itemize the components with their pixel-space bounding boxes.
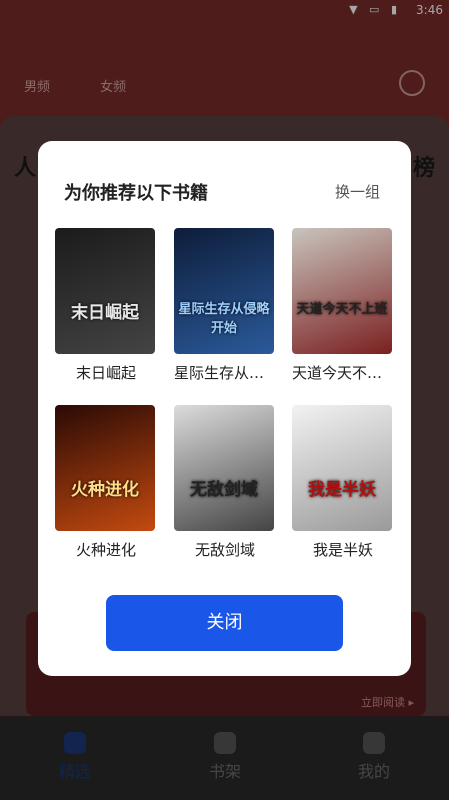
book-item[interactable]: 星际生存从侵略开始 星际生存从侵略开始 [174, 228, 276, 383]
cover-title: 天道今天不上班 [296, 302, 388, 317]
book-title: 天道今天不上班 [292, 364, 394, 382]
book-item[interactable]: 火种进化 火种进化 [55, 405, 157, 560]
book-item[interactable]: 天道今天不上班 天道今天不上班 [292, 228, 394, 383]
book-item[interactable]: 末日崛起 末日崛起 [55, 228, 157, 383]
swap-batch-button[interactable]: 换一组 [335, 181, 380, 202]
book-item[interactable]: 我是半妖 我是半妖 [292, 405, 394, 560]
book-cover[interactable]: 火种进化 [55, 405, 155, 531]
book-cover[interactable]: 我是半妖 [292, 405, 392, 531]
book-cover[interactable]: 末日崛起 [55, 228, 155, 354]
cover-title: 火种进化 [71, 480, 139, 500]
book-cover[interactable]: 天道今天不上班 [292, 228, 392, 354]
cover-title: 无敌剑域 [190, 480, 258, 500]
book-title: 星际生存从侵略开始 [174, 364, 276, 382]
dialog-title: 为你推荐以下书籍 [64, 183, 208, 204]
book-title: 火种进化 [75, 541, 136, 559]
recommend-dialog: 为你推荐以下书籍 换一组 末日崛起 末日崛起 星际生存从侵略开始 星际生存从侵略… [38, 141, 411, 676]
book-title: 我是半妖 [312, 541, 373, 559]
cover-title: 末日崛起 [71, 303, 139, 323]
book-item[interactable]: 无敌剑域 无敌剑域 [174, 405, 276, 560]
book-cover[interactable]: 星际生存从侵略开始 [174, 228, 274, 354]
book-title: 末日崛起 [75, 364, 136, 382]
cover-title: 我是半妖 [308, 480, 376, 500]
book-title: 无敌剑域 [194, 541, 255, 559]
close-button[interactable]: 关闭 [106, 595, 343, 651]
book-cover[interactable]: 无敌剑域 [174, 405, 274, 531]
cover-title: 星际生存从侵略开始 [178, 302, 270, 336]
